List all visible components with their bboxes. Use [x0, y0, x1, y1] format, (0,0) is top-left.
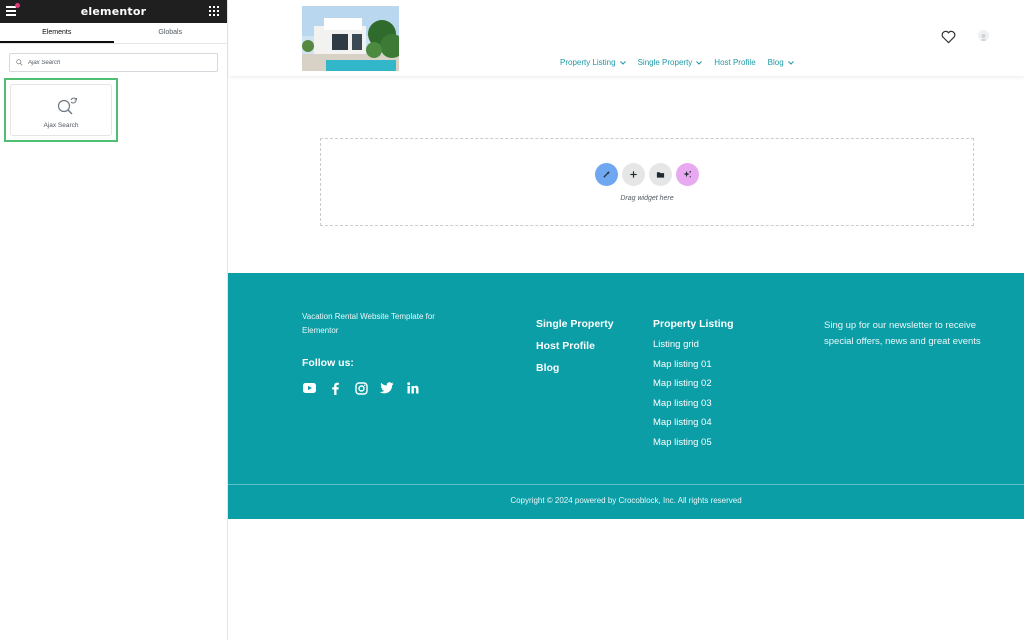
- nav-label: Blog: [767, 58, 784, 67]
- footer-link-host-profile[interactable]: Host Profile: [536, 340, 614, 352]
- nav-item-single-property[interactable]: Single Property: [638, 58, 703, 67]
- footer-divider: [228, 484, 1024, 485]
- footer-link-blog[interactable]: Blog: [536, 362, 614, 374]
- footer-link-map-listing-01[interactable]: Map listing 01: [653, 359, 734, 370]
- user-avatar[interactable]: [978, 30, 989, 41]
- ai-button[interactable]: [676, 163, 699, 186]
- newsletter-text: Sing up for our newsletter to receive sp…: [824, 320, 981, 347]
- footer-description: Vacation Rental Website Template for Ele…: [302, 312, 435, 335]
- plus-icon: [630, 171, 637, 178]
- magic-wand-button[interactable]: [595, 163, 618, 186]
- nav-label: Host Profile: [714, 58, 756, 67]
- facebook-icon[interactable]: [328, 381, 342, 395]
- footer-link-map-listing-04[interactable]: Map listing 04: [653, 417, 734, 428]
- heart-icon[interactable]: [941, 30, 956, 44]
- nav-item-property-listing[interactable]: Property Listing: [560, 58, 626, 67]
- panel-brand: elementor: [80, 5, 147, 18]
- add-section-button[interactable]: [622, 163, 645, 186]
- ajax-search-widget[interactable]: Ajax Search: [10, 84, 112, 136]
- search-icon: [16, 59, 23, 66]
- instagram-icon[interactable]: [354, 381, 368, 395]
- nav-label: Property Listing: [560, 58, 616, 67]
- tab-elements[interactable]: Elements: [0, 23, 114, 43]
- linkedin-icon[interactable]: [406, 381, 420, 395]
- folder-icon: [656, 172, 665, 178]
- empty-section-dropzone[interactable]: Drag widget here: [320, 138, 974, 226]
- chevron-down-icon: [696, 60, 703, 65]
- nav-item-host-profile[interactable]: Host Profile: [714, 58, 755, 67]
- panel-header: elementor: [0, 0, 227, 23]
- chevron-down-icon: [619, 60, 626, 65]
- dropzone-actions: [595, 163, 699, 186]
- widget-highlight: Ajax Search: [4, 78, 118, 142]
- template-library-button[interactable]: [649, 163, 672, 186]
- ajax-search-icon: [57, 97, 77, 115]
- footer-link-single-property[interactable]: Single Property: [536, 318, 614, 330]
- site-header: Property Listing Single Property Host Pr…: [229, 0, 1024, 76]
- sparkle-icon: [683, 170, 692, 178]
- magic-wand-icon: [603, 170, 611, 178]
- nav-label: Single Property: [637, 58, 693, 67]
- widget-search[interactable]: [9, 53, 218, 72]
- chevron-down-icon: [787, 60, 794, 65]
- footer-column-heading[interactable]: Property Listing: [653, 318, 734, 330]
- search-input[interactable]: [28, 59, 198, 66]
- footer-link-listing-grid[interactable]: Listing grid: [653, 339, 734, 350]
- footer-column-main-links: Single Property Host Profile Blog: [536, 318, 614, 384]
- nav-item-blog[interactable]: Blog: [768, 58, 794, 67]
- dropzone-label: Drag widget here: [620, 195, 674, 202]
- site-footer: Vacation Rental Website Template for Ele…: [228, 273, 1024, 519]
- grid-menu-icon[interactable]: [209, 6, 219, 16]
- tab-globals[interactable]: Globals: [114, 23, 228, 43]
- footer-link-map-listing-02[interactable]: Map listing 02: [653, 378, 734, 389]
- footer-column-property-listing: Property Listing Listing grid Map listin…: [653, 318, 734, 456]
- twitter-icon[interactable]: [380, 381, 394, 395]
- footer-link-map-listing-03[interactable]: Map listing 03: [653, 398, 734, 409]
- site-logo-image[interactable]: [302, 6, 399, 71]
- main-navigation: Property Listing Single Property Host Pr…: [560, 58, 794, 67]
- panel-tabs: Elements Globals: [0, 23, 227, 44]
- widget-label: Ajax Search: [43, 122, 79, 129]
- youtube-icon[interactable]: [302, 381, 316, 395]
- follow-heading: Follow us:: [302, 357, 354, 369]
- elementor-panel: elementor Elements Globals Ajax Search: [0, 0, 228, 640]
- notification-dot: [15, 3, 20, 8]
- copyright-text: Copyright © 2024 powered by Crocoblock, …: [510, 496, 742, 505]
- footer-link-map-listing-05[interactable]: Map listing 05: [653, 437, 734, 448]
- social-links: [302, 381, 420, 395]
